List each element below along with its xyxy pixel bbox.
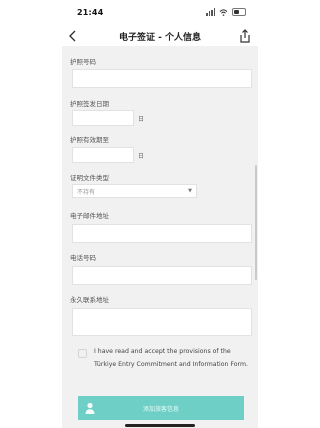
passport-expiry-input[interactable] (72, 147, 134, 163)
home-indicator (125, 424, 195, 427)
form-panel: 护照号码 护照签发日期 日 护照有效期至 日 证明文件类型 不持有 ▼ 电子邮件… (62, 46, 258, 428)
share-icon[interactable] (238, 28, 252, 44)
email-input[interactable] (72, 224, 252, 243)
add-traveler-button[interactable]: 添加旅客信息 (78, 396, 244, 420)
page-title: 电子签证 - 个人信息 (118, 33, 201, 43)
passport-number-input[interactable] (72, 69, 252, 88)
wifi-icon (219, 8, 228, 16)
passport-expiry-label: 护照有效期至 (70, 136, 109, 144)
phone-screen: 21:44 电子签证 - 个人信息 护照号码 护照签发日期 日 护照有效期至 日… (0, 0, 320, 428)
phone-label: 电话号码 (70, 254, 96, 262)
chevron-down-icon: ▼ (188, 188, 192, 194)
passport-number-label: 护照号码 (70, 58, 96, 66)
consent-checkbox[interactable] (78, 349, 87, 358)
document-type-select[interactable]: 不持有 ▼ (72, 184, 197, 198)
calendar-icon[interactable]: 日 (138, 114, 144, 123)
phone-input[interactable] (72, 266, 252, 285)
address-input[interactable] (72, 308, 252, 336)
document-type-value: 不持有 (77, 189, 96, 196)
passport-issue-date-label: 护照签发日期 (70, 100, 109, 108)
document-type-label: 证明文件类型 (70, 174, 109, 182)
add-traveler-label: 添加旅客信息 (142, 406, 179, 413)
scrollbar[interactable] (255, 165, 257, 280)
status-time: 21:44 (77, 8, 104, 17)
consent-text: I have read and accept the provisions of… (94, 348, 248, 368)
nav-bar: 电子签证 - 个人信息 (0, 26, 320, 46)
passport-issue-date-input[interactable] (72, 110, 134, 126)
address-label: 永久联系地址 (70, 296, 109, 304)
status-bar: 21:44 (0, 0, 320, 26)
calendar-icon[interactable]: 日 (138, 151, 144, 160)
status-icons (206, 8, 246, 16)
signal-icon (206, 8, 215, 16)
battery-icon (232, 8, 246, 16)
email-label: 电子邮件地址 (70, 212, 109, 220)
